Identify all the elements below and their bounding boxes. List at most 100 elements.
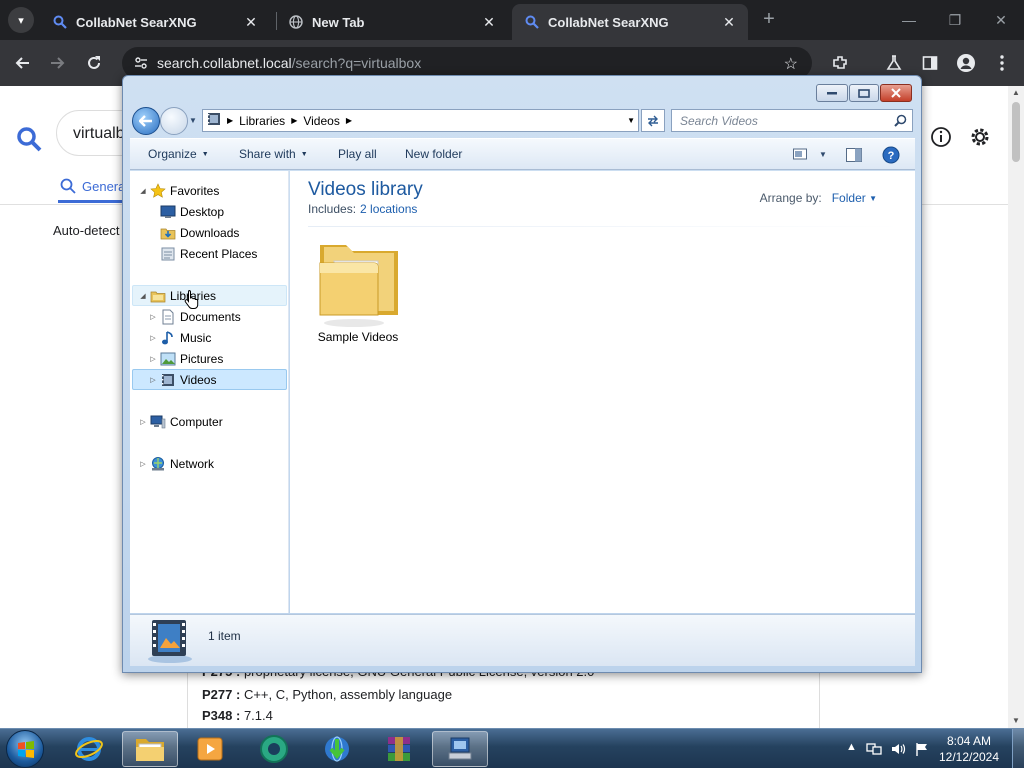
chrome-menu-icon[interactable] <box>990 51 1014 75</box>
search-icon <box>60 178 76 194</box>
profile-avatar-icon[interactable] <box>954 51 978 75</box>
infobox-row: P277 : C++, C, Python, assembly language <box>202 687 453 702</box>
address-history-dropdown-icon[interactable]: ▼ <box>627 116 635 125</box>
tab-search-button[interactable]: ▾ <box>8 7 34 33</box>
minimize-icon[interactable]: — <box>897 8 921 32</box>
view-options-dropdown-icon[interactable]: ▼ <box>819 150 827 159</box>
back-button[interactable] <box>132 107 160 135</box>
show-hidden-icons-icon[interactable]: ▲ <box>846 741 857 753</box>
nav-music[interactable]: ▷ Music <box>148 327 211 348</box>
browser-tab-active[interactable]: CollabNet SearXNG ✕ <box>512 4 748 40</box>
taskbar: ▲ 8:04 AM 12/12/2024 <box>0 728 1024 768</box>
expand-arrow-icon[interactable]: ▷ <box>148 313 158 321</box>
taskbar-winrar[interactable] <box>371 731 427 767</box>
info-icon[interactable] <box>930 126 952 151</box>
nav-videos[interactable]: ▷ Videos <box>148 369 216 390</box>
taskbar-media-player[interactable] <box>182 731 238 767</box>
expand-arrow-icon[interactable]: ▷ <box>148 376 158 384</box>
new-tab-button[interactable]: + <box>758 8 780 30</box>
folder-icon <box>314 231 404 334</box>
expand-arrow-icon[interactable]: ▷ <box>138 418 148 426</box>
nav-network[interactable]: ▷ Network <box>138 453 214 474</box>
breadcrumb-bar[interactable]: ▶ Libraries ▶ Videos ▶ ▼ <box>202 109 639 132</box>
internet-explorer-icon <box>75 737 103 761</box>
bookmark-star-icon[interactable]: ☆ <box>784 54 798 74</box>
taskbar-internet-explorer[interactable] <box>61 731 117 767</box>
language-autodetect[interactable]: Auto-detect <box>53 223 120 238</box>
breadcrumb-videos[interactable]: Videos <box>303 114 339 128</box>
taskbar-clock[interactable]: 8:04 AM 12/12/2024 <box>936 733 1002 765</box>
nav-favorites[interactable]: ◢ Favorites <box>138 180 219 201</box>
expand-arrow-icon[interactable]: ▷ <box>148 334 158 342</box>
forward-arrow-icon[interactable] <box>46 51 70 75</box>
taskbar-browser[interactable] <box>246 731 302 767</box>
tab-close-icon[interactable]: ✕ <box>480 13 498 31</box>
action-center-flag-icon[interactable] <box>914 741 930 760</box>
scroll-down-icon[interactable]: ▼ <box>1008 714 1024 728</box>
nav-pictures[interactable]: ▷ Pictures <box>148 348 223 369</box>
breadcrumb-chevron-icon[interactable]: ▶ <box>227 116 233 125</box>
close-window-icon[interactable]: ✕ <box>989 8 1013 32</box>
star-icon <box>150 182 166 199</box>
taskbar-remote-desktop[interactable] <box>432 731 488 767</box>
site-info-icon[interactable] <box>134 56 148 73</box>
reload-icon[interactable] <box>82 51 106 75</box>
new-folder-button[interactable]: New folder <box>405 147 462 161</box>
scrollbar-thumb[interactable] <box>1012 102 1020 162</box>
collapse-arrow-icon[interactable]: ◢ <box>138 292 148 300</box>
recent-pages-dropdown-icon[interactable]: ▼ <box>189 116 197 125</box>
tab-close-icon[interactable]: ✕ <box>242 13 260 31</box>
nav-recent-places[interactable]: Recent Places <box>160 243 257 264</box>
explorer-window: ▼ ▶ Libraries ▶ Videos ▶ ▼ Search Videos… <box>122 75 922 673</box>
explorer-maximize-button[interactable] <box>849 84 879 102</box>
page-scrollbar[interactable]: ▲ ▼ <box>1008 86 1024 728</box>
forward-button[interactable] <box>160 107 188 135</box>
start-button[interactable] <box>6 730 44 768</box>
clock-date: 12/12/2024 <box>938 750 1000 764</box>
help-icon[interactable]: ? <box>882 146 900 167</box>
breadcrumb-libraries[interactable]: Libraries <box>239 114 285 128</box>
downloads-icon <box>160 225 176 241</box>
labs-flask-icon[interactable] <box>882 51 906 75</box>
show-desktop-button[interactable] <box>1012 729 1024 768</box>
explorer-minimize-button[interactable] <box>816 84 848 102</box>
network-status-icon[interactable] <box>866 741 882 760</box>
folder-item-sample-videos[interactable]: Sample Videos <box>310 231 406 344</box>
gear-icon[interactable] <box>968 125 992 152</box>
winrar-icon <box>388 737 410 761</box>
search-videos-input[interactable]: Search Videos <box>671 109 913 132</box>
volume-icon[interactable] <box>890 741 906 760</box>
organize-button[interactable]: Organize ▼ <box>148 147 209 161</box>
expand-arrow-icon[interactable]: ▷ <box>138 460 148 468</box>
change-view-icon[interactable] <box>793 148 807 163</box>
nav-libraries[interactable]: ◢ Libraries <box>138 285 216 306</box>
library-locations-link[interactable]: 2 locations <box>360 202 417 216</box>
restore-icon[interactable]: ❐ <box>943 8 967 32</box>
browser-tab[interactable]: CollabNet SearXNG ✕ <box>40 4 270 40</box>
explorer-close-button[interactable] <box>880 84 912 102</box>
side-panel-icon[interactable] <box>918 51 942 75</box>
breadcrumb-chevron-icon[interactable]: ▶ <box>291 116 297 125</box>
back-arrow-icon[interactable] <box>10 51 34 75</box>
tab-general[interactable]: General <box>60 178 128 194</box>
breadcrumb-chevron-icon[interactable]: ▶ <box>346 116 352 125</box>
scroll-up-icon[interactable]: ▲ <box>1008 86 1024 100</box>
nav-desktop[interactable]: Desktop <box>160 201 224 222</box>
extensions-icon[interactable] <box>828 51 852 75</box>
collapse-arrow-icon[interactable]: ◢ <box>138 187 148 195</box>
arrange-by-dropdown[interactable]: Folder ▼ <box>832 191 877 205</box>
refresh-button[interactable] <box>641 109 665 132</box>
preview-pane-icon[interactable] <box>846 148 862 165</box>
expand-arrow-icon[interactable]: ▷ <box>148 355 158 363</box>
taskbar-windows-explorer[interactable] <box>122 731 178 767</box>
share-with-button[interactable]: Share with ▼ <box>239 147 308 161</box>
play-all-button[interactable]: Play all <box>338 147 377 161</box>
windows-logo-icon <box>18 741 34 758</box>
pictures-icon <box>160 351 176 367</box>
search-icon[interactable] <box>894 114 907 130</box>
browser-tab[interactable]: New Tab ✕ <box>276 4 508 40</box>
nav-computer[interactable]: ▷ Computer <box>138 411 222 432</box>
tab-close-icon[interactable]: ✕ <box>720 13 738 31</box>
taskbar-download-manager[interactable] <box>309 731 365 767</box>
nav-downloads[interactable]: Downloads <box>160 222 239 243</box>
